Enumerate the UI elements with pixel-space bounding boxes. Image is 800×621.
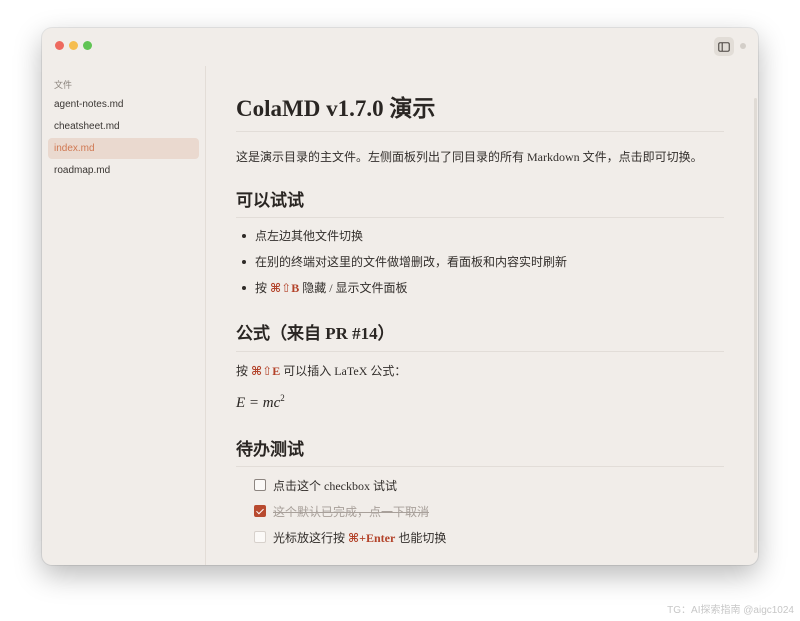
list-item: 点左边其他文件切换 — [236, 228, 567, 254]
section-heading-todo: 待办测试 — [236, 440, 304, 459]
file-item-cheatsheet[interactable]: cheatsheet.md — [48, 116, 199, 137]
close-window-button[interactable] — [55, 41, 64, 50]
file-sidebar: 文件 agent-notes.md cheatsheet.md index.md… — [42, 66, 206, 565]
task-text-done: 这个默认已完成，点一下取消 — [273, 505, 430, 519]
list-item-text: 点左边其他文件切换 — [255, 229, 364, 243]
task-text: 光标放这行按 — [273, 531, 349, 545]
sidebar-title: 文件 — [54, 80, 73, 90]
formula-text: E = mc — [236, 395, 281, 411]
task-checkbox[interactable] — [254, 531, 266, 543]
section-heading-try: 可以试试 — [236, 191, 304, 210]
sidebar-toggle-button[interactable] — [714, 37, 734, 56]
bullet-dot — [242, 234, 246, 238]
bullet-dot — [242, 260, 246, 264]
app-window: 文件 agent-notes.md cheatsheet.md index.md… — [42, 28, 758, 565]
task-text: 也能切换 — [395, 531, 447, 545]
task-item: 这个默认已完成，点一下取消 — [254, 504, 446, 530]
title-bar — [42, 28, 758, 66]
markdown-editor[interactable]: ColaMD v1.7.0 演示 这是演示目录的主文件。左侧面板列出了同目录的所… — [236, 66, 726, 565]
list-item-text: 在别的终端对这里的文件做增删改，看面板和内容实时刷新 — [255, 255, 568, 269]
task-item: 光标放这行按 ⌘+Enter 也能切换 — [254, 530, 446, 556]
section-divider — [236, 466, 724, 467]
paragraph-text: 可以插入 LaTeX 公式： — [280, 364, 407, 378]
bullet-dot — [242, 286, 246, 290]
sidebar-toggle-icon — [718, 41, 730, 52]
math-formula: E = mc2 — [236, 393, 285, 412]
task-checkbox[interactable] — [254, 479, 266, 491]
file-item-agent-notes[interactable]: agent-notes.md — [48, 94, 199, 115]
file-list: agent-notes.md cheatsheet.md index.md ro… — [48, 94, 199, 182]
document-title: ColaMD v1.7.0 演示 — [236, 96, 436, 121]
shortcut-key: ⌘⇧E — [251, 364, 281, 378]
task-item: 点击这个 checkbox 试试 — [254, 478, 446, 504]
shortcut-key: ⌘+Enter — [348, 531, 396, 545]
section-divider — [236, 351, 724, 352]
formula-exponent: 2 — [280, 393, 285, 403]
zoom-window-button[interactable] — [83, 41, 92, 50]
scrollbar[interactable] — [754, 98, 757, 553]
list-item-text: 隐藏 / 显示文件面板 — [299, 281, 408, 295]
file-item-roadmap[interactable]: roadmap.md — [48, 160, 199, 181]
minimize-window-button[interactable] — [69, 41, 78, 50]
task-text: 点击这个 checkbox 试试 — [273, 479, 397, 493]
try-list: 点左边其他文件切换 在别的终端对这里的文件做增删改，看面板和内容实时刷新 按 ⌘… — [236, 228, 567, 306]
task-list: 点击这个 checkbox 试试 这个默认已完成，点一下取消 光标放这行按 ⌘+… — [254, 478, 446, 556]
status-dot — [740, 43, 746, 49]
task-checkbox-checked[interactable] — [254, 505, 266, 517]
list-item: 按 ⌘⇧B 隐藏 / 显示文件面板 — [236, 280, 567, 306]
list-item: 在别的终端对这里的文件做增删改，看面板和内容实时刷新 — [236, 254, 567, 280]
formula-paragraph: 按 ⌘⇧E 可以插入 LaTeX 公式： — [236, 363, 406, 379]
file-item-index[interactable]: index.md — [48, 138, 199, 159]
section-heading-formula: 公式（来自 PR #14） — [236, 324, 395, 343]
paragraph-text: 按 — [236, 364, 252, 378]
list-item-text: 按 — [255, 281, 271, 295]
intro-paragraph: 这是演示目录的主文件。左侧面板列出了同目录的所有 Markdown 文件，点击即… — [236, 150, 703, 164]
section-divider — [236, 217, 724, 218]
watermark: TG：AI探索指南 @aigc1024 — [667, 605, 794, 616]
shortcut-key: ⌘⇧B — [270, 281, 300, 295]
title-divider — [236, 131, 724, 132]
